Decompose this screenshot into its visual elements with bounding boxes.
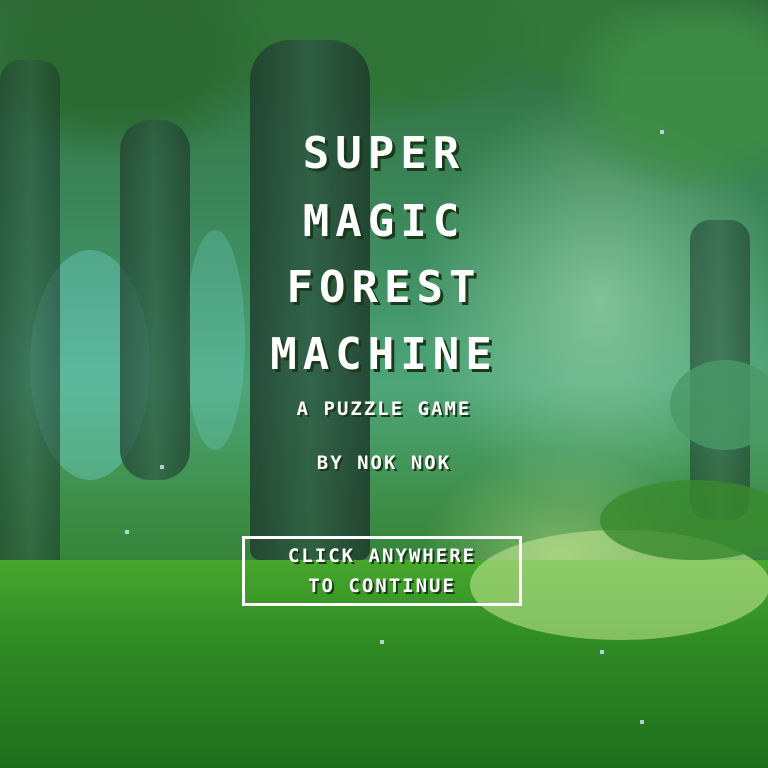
sparkle <box>125 530 129 534</box>
sparkle <box>380 640 384 644</box>
sparkle <box>600 650 604 654</box>
game-title-line: MAGIC <box>302 196 466 247</box>
game-title-line: SUPER <box>302 128 466 179</box>
continue-label-line1: CLICK ANYWHERE <box>287 545 477 567</box>
game-credit: BY NOK NOK <box>316 452 452 474</box>
game-subtitle: A PUZZLE GAME <box>296 398 472 420</box>
forest-background <box>0 0 768 768</box>
game-title-line: MACHINE <box>270 329 498 380</box>
game-title-line: FOREST <box>286 262 482 313</box>
sparkle <box>640 720 644 724</box>
continue-button[interactable]: CLICK ANYWHERE TO CONTINUE <box>242 536 522 606</box>
title-screen-click-area[interactable]: SUPER MAGIC FOREST MACHINE A PUZZLE GAME… <box>0 0 768 768</box>
continue-label-line2: TO CONTINUE <box>308 575 456 597</box>
